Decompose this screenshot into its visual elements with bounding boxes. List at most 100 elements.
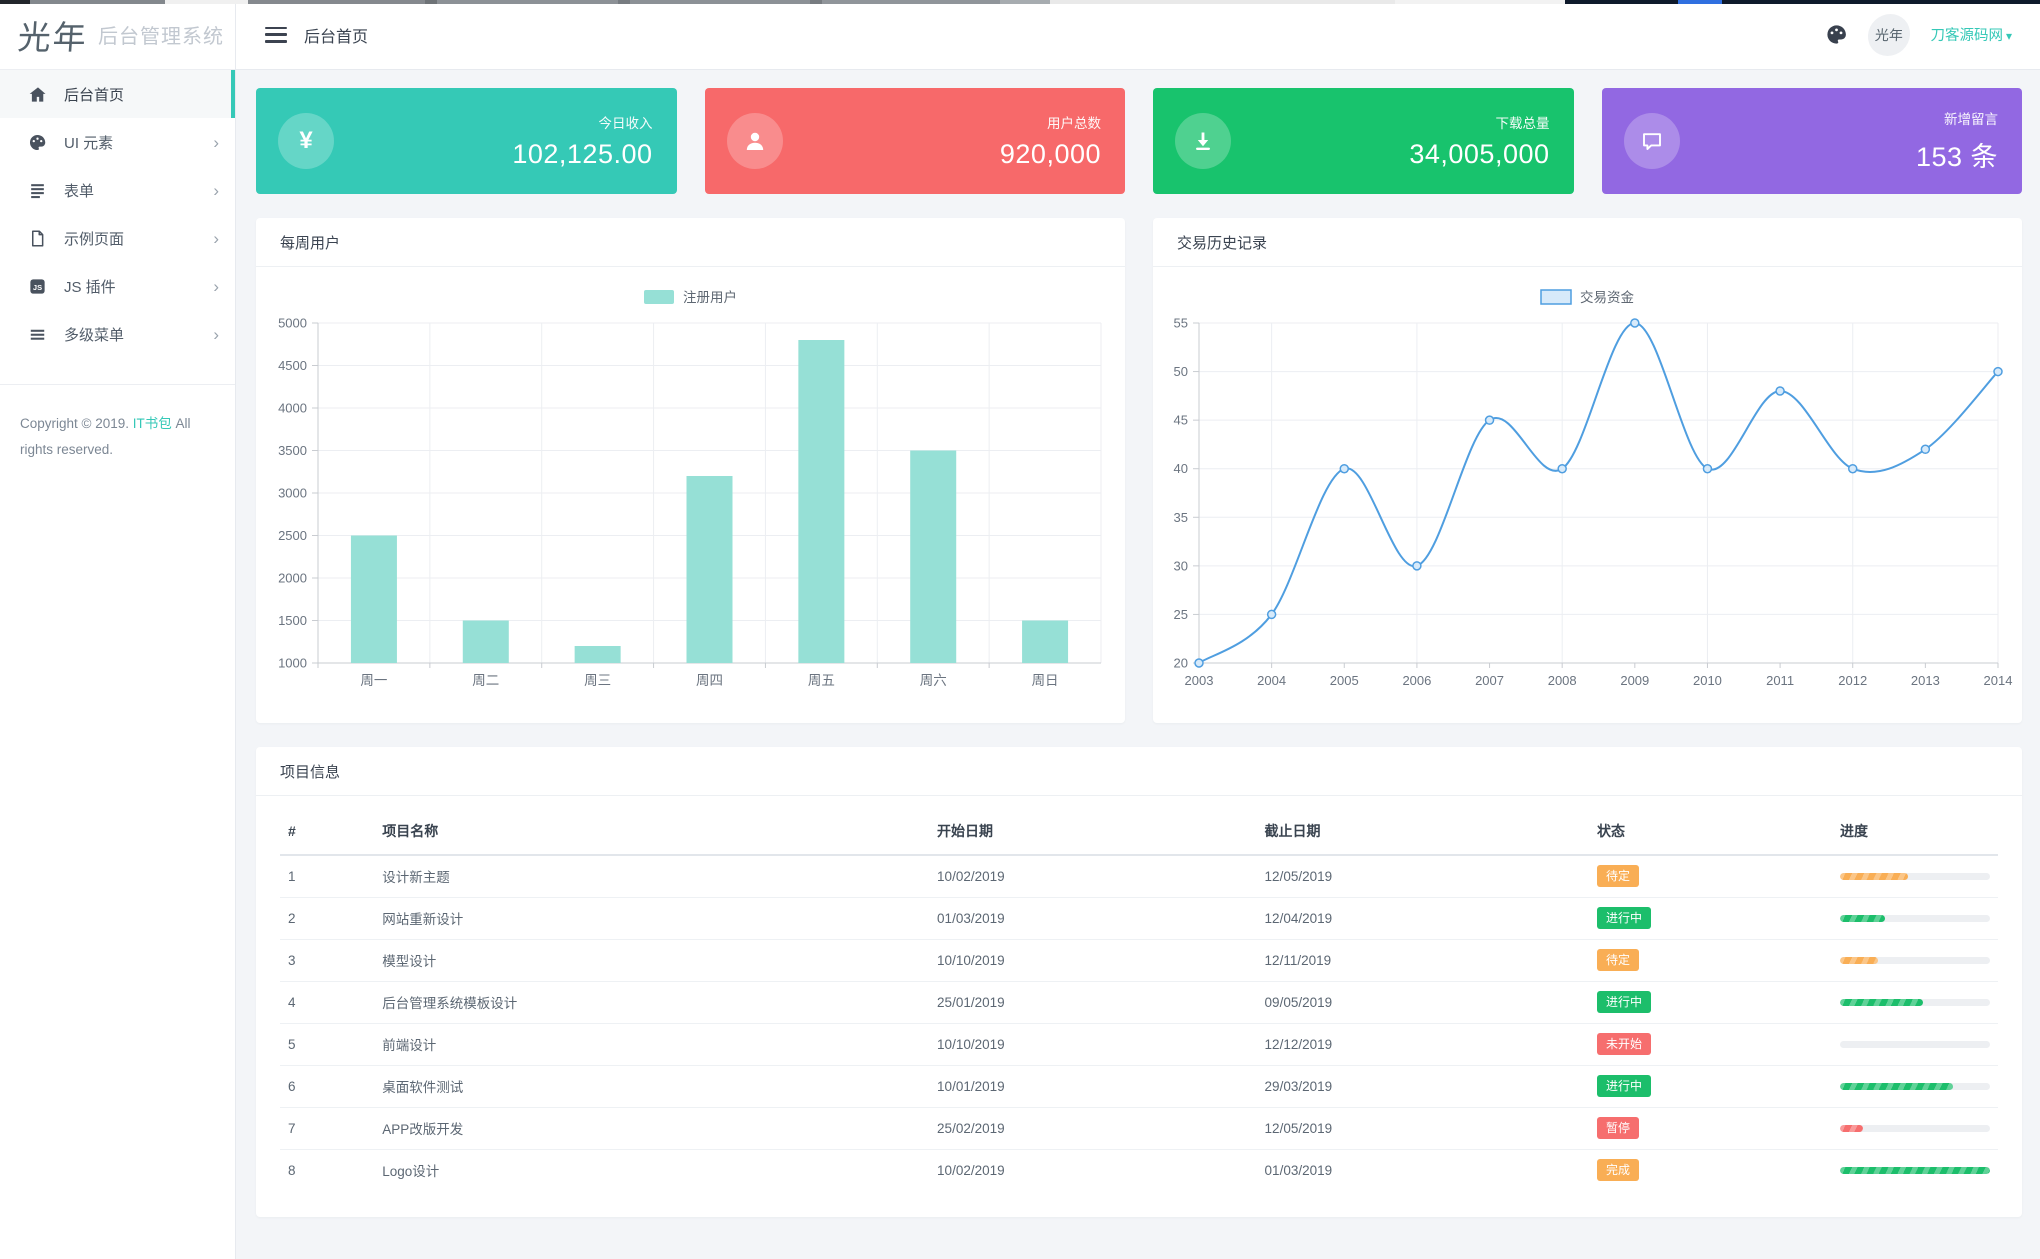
row-index: 8 bbox=[288, 1162, 296, 1178]
home-icon bbox=[28, 85, 47, 104]
col-header-4: 状态 bbox=[1588, 806, 1832, 856]
chevron-right-icon: › bbox=[213, 132, 219, 152]
row-index: 2 bbox=[280, 897, 375, 940]
svg-text:周日: 周日 bbox=[1032, 673, 1059, 688]
svg-text:周四: 周四 bbox=[696, 673, 723, 688]
row-index: 6 bbox=[280, 1065, 375, 1108]
project-name: 模型设计 bbox=[374, 939, 930, 982]
svg-text:2009: 2009 bbox=[1620, 673, 1649, 688]
sidebar-item-1[interactable]: UI 元素 › bbox=[0, 118, 235, 166]
stat-card-text: 用户总数 920,000 bbox=[1000, 112, 1101, 170]
project-name: Logo设计 bbox=[382, 1164, 440, 1180]
col-header-1: 项目名称 bbox=[374, 806, 930, 856]
status-badge: 待定 bbox=[1596, 865, 1639, 888]
svg-text:35: 35 bbox=[1174, 510, 1188, 525]
svg-text:2008: 2008 bbox=[1548, 673, 1577, 688]
row-index: 3 bbox=[280, 939, 375, 982]
svg-text:5000: 5000 bbox=[278, 316, 307, 331]
status-badge: 进行中 bbox=[1596, 906, 1651, 930]
transaction-history-panel: 交易历史记录 20 25 30 35 40 45 50 55 2003 2004 2005 2006 2… bbox=[1153, 218, 2022, 723]
sidebar-item-label: 多级菜单 bbox=[64, 326, 125, 344]
copyright-link[interactable]: IT书包 bbox=[133, 416, 172, 431]
chevron-right-icon: › bbox=[213, 324, 219, 344]
svg-text:50: 50 bbox=[1174, 364, 1188, 379]
svg-text:30: 30 bbox=[1174, 558, 1188, 573]
stat-card-title: 今日收入 bbox=[598, 116, 653, 131]
start-date: 10/10/2019 bbox=[929, 1023, 1257, 1066]
line-legend[interactable]: 交易资金 bbox=[1540, 289, 1634, 305]
progress-bar bbox=[1840, 1082, 1990, 1090]
svg-text:2004: 2004 bbox=[1257, 673, 1286, 688]
sidebar-item-label: UI 元素 bbox=[64, 134, 114, 152]
top-header: 后台首页 光年 刀客源码网 ▾ bbox=[236, 0, 2040, 70]
col-header-2: 开始日期 bbox=[929, 806, 1257, 856]
stat-card-title: 下载总量 bbox=[1495, 116, 1550, 131]
col-header-3: 截止日期 bbox=[1256, 806, 1589, 856]
message-icon bbox=[1623, 113, 1680, 169]
user-avatar[interactable]: 光年 bbox=[1867, 13, 1912, 56]
user-dropdown[interactable]: 刀客源码网 ▾ bbox=[1930, 24, 2012, 45]
progress-fill bbox=[1840, 1166, 1990, 1174]
user-icon bbox=[726, 113, 783, 169]
svg-text:周五: 周五 bbox=[808, 673, 835, 688]
sidebar-item-2[interactable]: 表单 › bbox=[0, 166, 235, 214]
project-name: 桌面软件测试 bbox=[374, 1065, 930, 1108]
svg-text:3500: 3500 bbox=[278, 443, 307, 458]
weekly-users-panel: 每周用户 1000 1500 2000 2500 3000 3500 4000 4500 500… bbox=[256, 218, 1125, 723]
project-name: 前端设计 bbox=[374, 1023, 930, 1066]
svg-text:注册用户: 注册用户 bbox=[683, 289, 737, 305]
project-name: 后台管理系统模板设计 bbox=[374, 981, 930, 1024]
progress-fill bbox=[1840, 998, 1923, 1006]
theme-palette-icon[interactable] bbox=[1825, 23, 1848, 46]
main-content: ¥ 今日收入 102,125.00 用户总数 920,000 下载总量 34,005,000… bbox=[236, 70, 2040, 1259]
table-row: 2 网站重新设计 01/03/2019 12/04/2019 进行中 bbox=[280, 897, 1998, 940]
download-icon bbox=[1175, 113, 1231, 169]
menu-icon bbox=[28, 325, 47, 344]
chevron-right-icon: › bbox=[213, 276, 219, 296]
sidebar-item-4[interactable]: JS JS 插件 › bbox=[0, 262, 235, 310]
progress-bar bbox=[1840, 998, 1990, 1006]
bar-legend[interactable]: 注册用户 bbox=[644, 289, 737, 305]
status-badge: 待定 bbox=[1596, 948, 1639, 972]
sidebar-item-3[interactable]: 示例页面 › bbox=[0, 214, 235, 262]
sidebar: 光年 后台管理系统 后台首页 UI 元素 › 表单 › 示例页面 › JS JS 插件 › 多级菜单… bbox=[0, 0, 236, 1259]
svg-text:周六: 周六 bbox=[920, 673, 947, 688]
stat-card-title: 新增留言 bbox=[1944, 112, 1998, 127]
project-name: APP改版开发 bbox=[374, 1107, 930, 1150]
row-index: 5 bbox=[280, 1023, 375, 1066]
svg-text:25: 25 bbox=[1174, 607, 1188, 622]
username: 刀客源码网 bbox=[1930, 28, 2003, 44]
chevron-right-icon: › bbox=[213, 180, 219, 200]
sidebar-item-0[interactable]: 后台首页 bbox=[0, 70, 235, 118]
start-date: 25/02/2019 bbox=[929, 1107, 1257, 1150]
stat-card-3: 新增留言 153 条 bbox=[1601, 88, 2022, 194]
stat-card-1: 用户总数 920,000 bbox=[704, 88, 1125, 194]
end-date: 12/05/2019 bbox=[1256, 1107, 1589, 1150]
charts-row: 每周用户 1000 1500 2000 2500 3000 3500 4000 4500 500… bbox=[256, 218, 2022, 723]
svg-text:4500: 4500 bbox=[278, 358, 307, 373]
status-badge: 完成 bbox=[1596, 1159, 1639, 1182]
svg-text:2014: 2014 bbox=[1984, 673, 2013, 688]
svg-text:2005: 2005 bbox=[1330, 673, 1359, 688]
sidebar-item-label: 后台首页 bbox=[64, 86, 125, 104]
panel-title-weekly-users: 每周用户 bbox=[256, 218, 1125, 267]
progress-fill bbox=[1840, 1082, 1953, 1090]
menu-toggle-icon[interactable] bbox=[265, 26, 287, 43]
stat-card-text: 下载总量 34,005,000 bbox=[1409, 112, 1549, 170]
progress-fill bbox=[1840, 872, 1908, 880]
page-icon bbox=[28, 229, 47, 248]
sidebar-item-5[interactable]: 多级菜单 › bbox=[0, 310, 235, 358]
yen-icon: ¥ bbox=[278, 113, 334, 169]
progress-bar bbox=[1840, 914, 1990, 922]
project-table: # 项目名称 开始日期 截止日期 状态 进度 1 设计新主题 10/02/2019 12/05/… bbox=[280, 806, 1998, 1191]
sidebar-item-label: 表单 bbox=[64, 182, 95, 200]
table-row: 5 前端设计 10/10/2019 12/12/2019 未开始 bbox=[280, 1023, 1998, 1066]
progress-fill bbox=[1840, 956, 1878, 964]
svg-text:1500: 1500 bbox=[278, 613, 307, 628]
palette-icon bbox=[28, 133, 47, 152]
form-icon bbox=[28, 181, 47, 200]
svg-text:2006: 2006 bbox=[1402, 673, 1431, 688]
col-header-0: # bbox=[280, 806, 375, 856]
svg-text:2007: 2007 bbox=[1475, 673, 1504, 688]
svg-text:周二: 周二 bbox=[472, 673, 499, 688]
